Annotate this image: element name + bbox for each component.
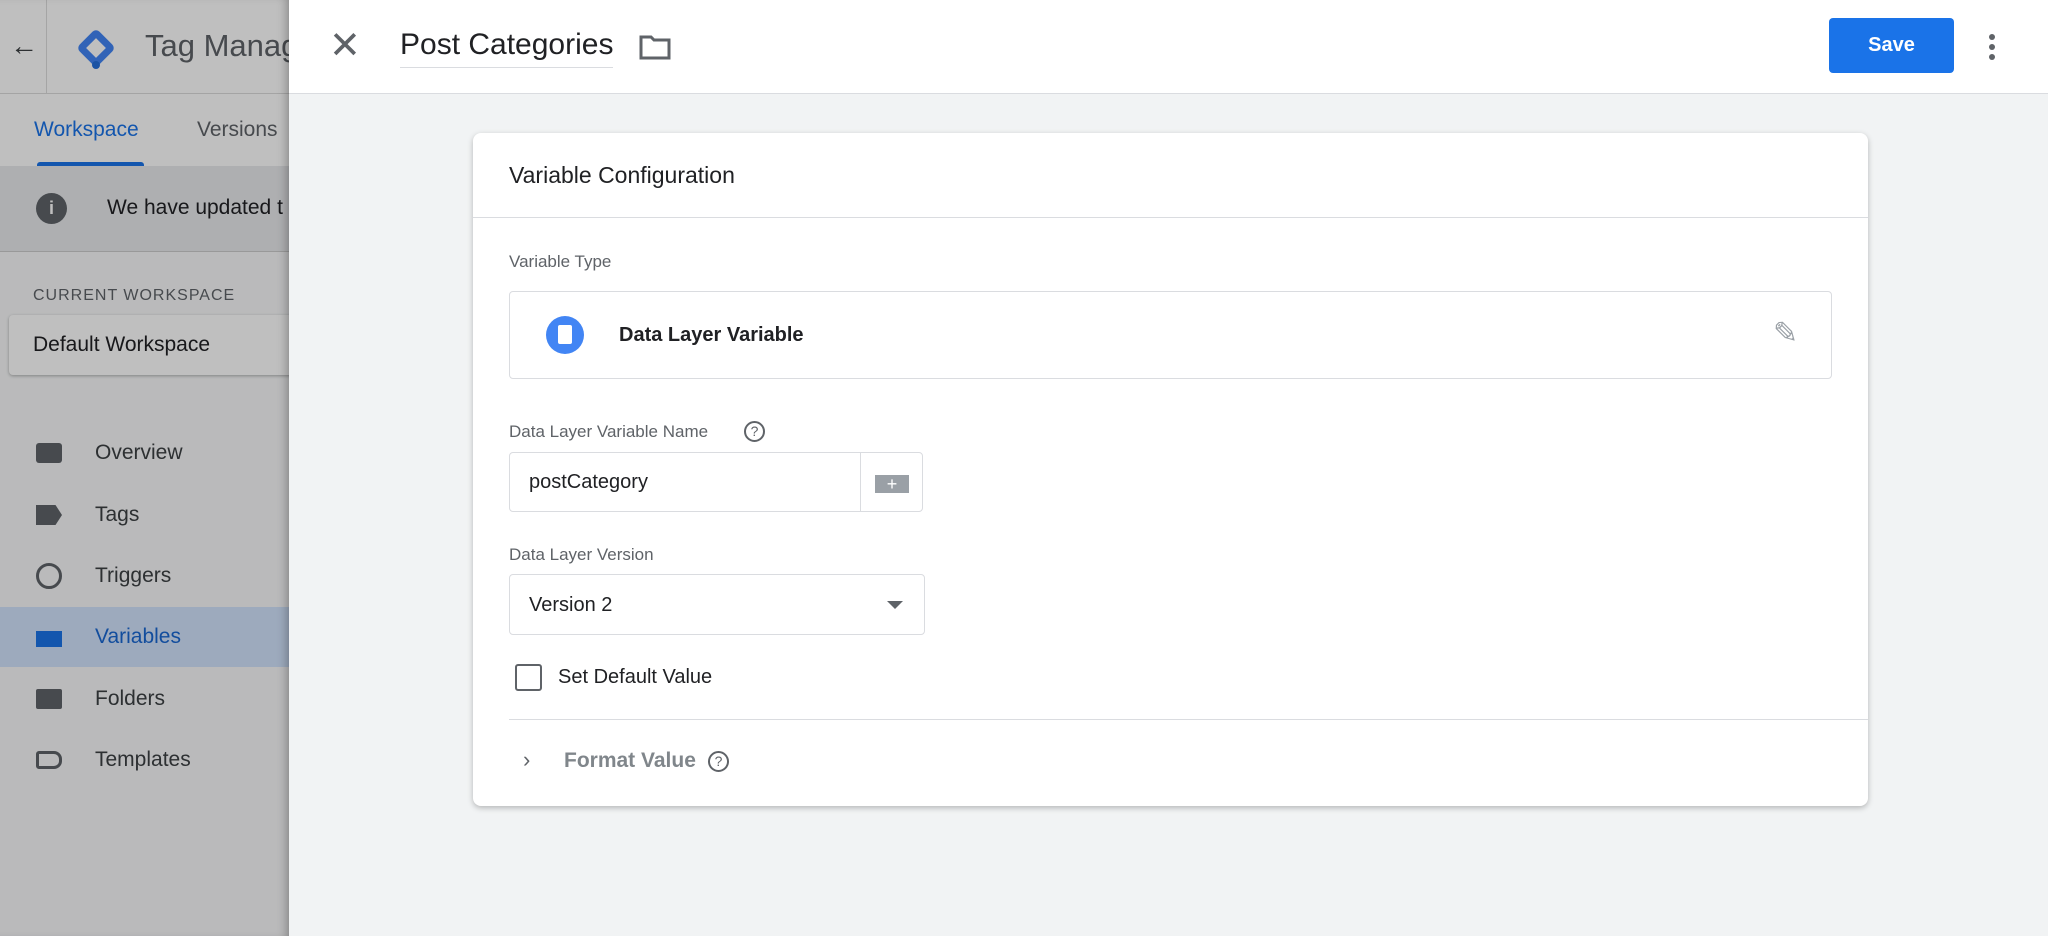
folder-icon[interactable] bbox=[639, 34, 671, 60]
help-icon[interactable]: ? bbox=[744, 421, 765, 442]
more-options-icon[interactable] bbox=[1989, 34, 1995, 60]
default-value-checkbox[interactable] bbox=[515, 664, 542, 691]
variable-plus-icon: + bbox=[875, 475, 909, 493]
variable-name-input[interactable]: Post Categories bbox=[400, 28, 613, 68]
insert-variable-button[interactable]: + bbox=[860, 452, 923, 512]
variable-type-name: Data Layer Variable bbox=[619, 324, 804, 347]
document-icon bbox=[546, 316, 584, 354]
variable-configuration-card: Variable Configuration Variable Type Dat… bbox=[473, 133, 1868, 806]
version-value: Version 2 bbox=[529, 594, 612, 617]
default-value-label: Set Default Value bbox=[558, 666, 712, 689]
version-label: Data Layer Version bbox=[509, 545, 654, 565]
dlv-name-label: Data Layer Variable Name bbox=[509, 422, 708, 442]
save-button[interactable]: Save bbox=[1829, 18, 1954, 73]
dlv-name-value: postCategory bbox=[529, 471, 648, 494]
help-icon[interactable]: ? bbox=[708, 751, 729, 772]
scrim-overlay[interactable] bbox=[0, 0, 289, 936]
variable-title: Post Categories bbox=[400, 28, 613, 61]
chevron-right-icon[interactable]: › bbox=[523, 747, 530, 773]
variable-type-selector[interactable]: Data Layer Variable ✎ bbox=[509, 291, 1832, 379]
dropdown-arrow-icon bbox=[887, 601, 903, 609]
variable-type-label: Variable Type bbox=[509, 252, 611, 272]
editor-header: ✕ Post Categories Save bbox=[289, 0, 2048, 94]
divider bbox=[473, 217, 1868, 218]
version-select[interactable]: Version 2 bbox=[509, 574, 925, 635]
close-icon[interactable]: ✕ bbox=[329, 24, 361, 68]
dlv-name-input[interactable]: postCategory bbox=[509, 452, 861, 512]
format-value-toggle[interactable]: Format Value bbox=[564, 749, 696, 773]
edit-pencil-icon[interactable]: ✎ bbox=[1773, 316, 1798, 351]
card-title: Variable Configuration bbox=[509, 162, 735, 189]
divider bbox=[509, 719, 1868, 720]
